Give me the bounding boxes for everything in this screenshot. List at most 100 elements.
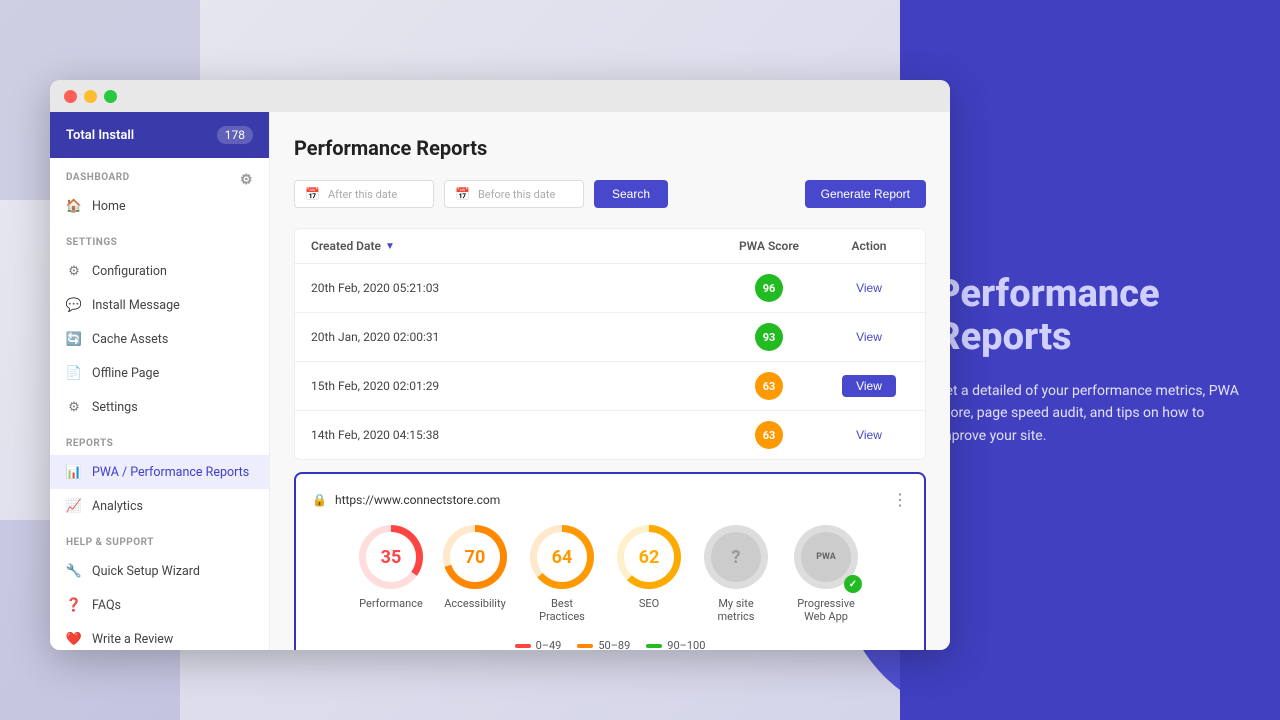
sidebar-item-analytics[interactable]: 📈 Analytics	[50, 489, 269, 523]
legend-label-orange: 50–89	[598, 639, 630, 650]
row-pwa-score: 63	[709, 421, 829, 449]
sidebar-item-label: PWA / Performance Reports	[92, 465, 249, 480]
more-options-icon[interactable]: ⋮	[892, 490, 908, 509]
sidebar-item-pwa-reports[interactable]: 📊 PWA / Performance Reports	[50, 455, 269, 489]
sidebar-item-settings[interactable]: ⚙ Settings	[50, 390, 269, 424]
wizard-icon: 🔧	[66, 563, 82, 579]
site-url: https://www.connectstore.com	[335, 493, 500, 507]
sidebar-item-install-message[interactable]: 💬 Install Message	[50, 288, 269, 322]
my-site-label: My site metrics	[701, 597, 771, 623]
pwa-column-header: PWA Score	[709, 239, 829, 253]
analytics-icon: 📈	[66, 498, 82, 514]
sidebar-item-cache-assets[interactable]: 🔄 Cache Assets	[50, 322, 269, 356]
accessibility-circle: 70	[443, 525, 507, 589]
seo-label: SEO	[639, 597, 659, 610]
table-row: 20th Jan, 2020 02:00:31 93 View	[295, 313, 925, 362]
browser-window: Total Install 178 DASHBOARD ⚙ 🏠 Home SET…	[50, 80, 950, 650]
sidebar-item-faqs[interactable]: ❓ FAQs	[50, 588, 269, 622]
best-practices-label: Best Practices	[527, 597, 597, 623]
date-after-input[interactable]: 📅 After this date	[294, 180, 434, 208]
my-site-circle: ?	[704, 525, 768, 589]
sidebar-item-label: Offline Page	[92, 366, 159, 381]
pwa-circle: PWA ✓	[794, 525, 858, 589]
date-before-input[interactable]: 📅 Before this date	[444, 180, 584, 208]
settings-icon[interactable]: ⚙	[240, 172, 253, 188]
view-button[interactable]: View	[856, 281, 882, 295]
sidebar-item-label: Quick Setup Wizard	[92, 564, 200, 579]
row-pwa-score: 96	[709, 274, 829, 302]
sidebar-item-label: Install Message	[92, 298, 180, 313]
url-bar: 🔒 https://www.connectstore.com ⋮	[312, 490, 908, 509]
date-column-header[interactable]: Created Date ▼	[311, 239, 709, 253]
minimize-button[interactable]	[84, 90, 97, 103]
legend-item-orange: 50–89	[577, 639, 630, 650]
pwa-score-badge: 63	[755, 421, 783, 449]
install-count-badge: 178	[217, 126, 253, 144]
browser-titlebar	[50, 80, 950, 112]
seo-value: 62	[624, 532, 674, 582]
sort-icon: ▼	[385, 241, 395, 252]
action-column-header: Action	[829, 239, 909, 253]
home-icon: 🏠	[66, 198, 82, 214]
sidebar: Total Install 178 DASHBOARD ⚙ 🏠 Home SET…	[50, 112, 270, 650]
row-pwa-score: 63	[709, 372, 829, 400]
sidebar-item-quick-setup[interactable]: 🔧 Quick Setup Wizard	[50, 554, 269, 588]
section-label-dashboard: DASHBOARD ⚙	[50, 158, 269, 189]
sidebar-item-configuration[interactable]: ⚙ Configuration	[50, 254, 269, 288]
sidebar-item-label: Home	[92, 199, 126, 214]
row-action: View	[829, 281, 909, 295]
right-panel-description: Get a detailed of your performance metri…	[936, 380, 1244, 447]
row-date: 15th Feb, 2020 02:01:29	[311, 379, 709, 393]
accessibility-label: Accessibility	[444, 597, 506, 610]
right-panel-title-line2: Reports	[936, 315, 1072, 359]
row-action: View	[829, 375, 909, 397]
close-button[interactable]	[64, 90, 77, 103]
pwa-value: PWA	[801, 532, 851, 582]
sidebar-item-offline-page[interactable]: 📄 Offline Page	[50, 356, 269, 390]
legend-dot-green	[646, 644, 662, 648]
row-pwa-score: 93	[709, 323, 829, 351]
sidebar-title: Total Install	[66, 128, 134, 143]
sidebar-item-write-review[interactable]: ❤️ Write a Review	[50, 622, 269, 650]
metric-my-site: ? My site metrics	[701, 525, 771, 623]
pwa-score-badge: 96	[755, 274, 783, 302]
section-label-help: HELP & SUPPORT	[50, 523, 269, 554]
search-button[interactable]: Search	[594, 180, 668, 208]
row-date: 14th Feb, 2020 04:15:38	[311, 428, 709, 442]
cache-icon: 🔄	[66, 331, 82, 347]
maximize-button[interactable]	[104, 90, 117, 103]
generate-report-button[interactable]: Generate Report	[805, 180, 926, 208]
sidebar-item-label: FAQs	[92, 598, 121, 613]
table-header: Created Date ▼ PWA Score Action	[295, 229, 925, 264]
sidebar-item-label: Analytics	[92, 499, 143, 514]
browser-body: Total Install 178 DASHBOARD ⚙ 🏠 Home SET…	[50, 112, 950, 650]
seo-circle: 62	[617, 525, 681, 589]
settings-icon: ⚙	[66, 399, 82, 415]
view-button[interactable]: View	[856, 428, 882, 442]
best-practices-value: 64	[537, 532, 587, 582]
pwa-label: Progressive Web App	[791, 597, 861, 623]
gear-icon: ⚙	[66, 263, 82, 279]
view-button[interactable]: View	[842, 375, 896, 397]
right-panel-title: Performance Reports	[936, 273, 1244, 360]
chart-icon: 📊	[66, 464, 82, 480]
row-action: View	[829, 330, 909, 344]
table-row: 14th Feb, 2020 04:15:38 63 View	[295, 411, 925, 459]
sidebar-item-label: Configuration	[92, 264, 167, 279]
metric-pwa: PWA ✓ Progressive Web App	[791, 525, 861, 623]
legend-item-green: 90–100	[646, 639, 705, 650]
sidebar-item-home[interactable]: 🏠 Home	[50, 189, 269, 223]
view-button[interactable]: View	[856, 330, 882, 344]
metric-best-practices: 64 Best Practices	[527, 525, 597, 623]
metrics-overlay-card: 🔒 https://www.connectstore.com ⋮ 35 Perf…	[294, 472, 926, 650]
pwa-score-badge: 63	[755, 372, 783, 400]
row-date: 20th Jan, 2020 02:00:31	[311, 330, 709, 344]
legend-label-red: 0–49	[536, 639, 562, 650]
pwa-check-icon: ✓	[844, 575, 862, 593]
table-row: 15th Feb, 2020 02:01:29 63 View	[295, 362, 925, 411]
date-column-label: Created Date	[311, 239, 381, 253]
accessibility-value: 70	[450, 532, 500, 582]
row-action: View	[829, 428, 909, 442]
performance-label: Performance	[359, 597, 423, 610]
calendar-icon: 📅	[305, 187, 320, 201]
